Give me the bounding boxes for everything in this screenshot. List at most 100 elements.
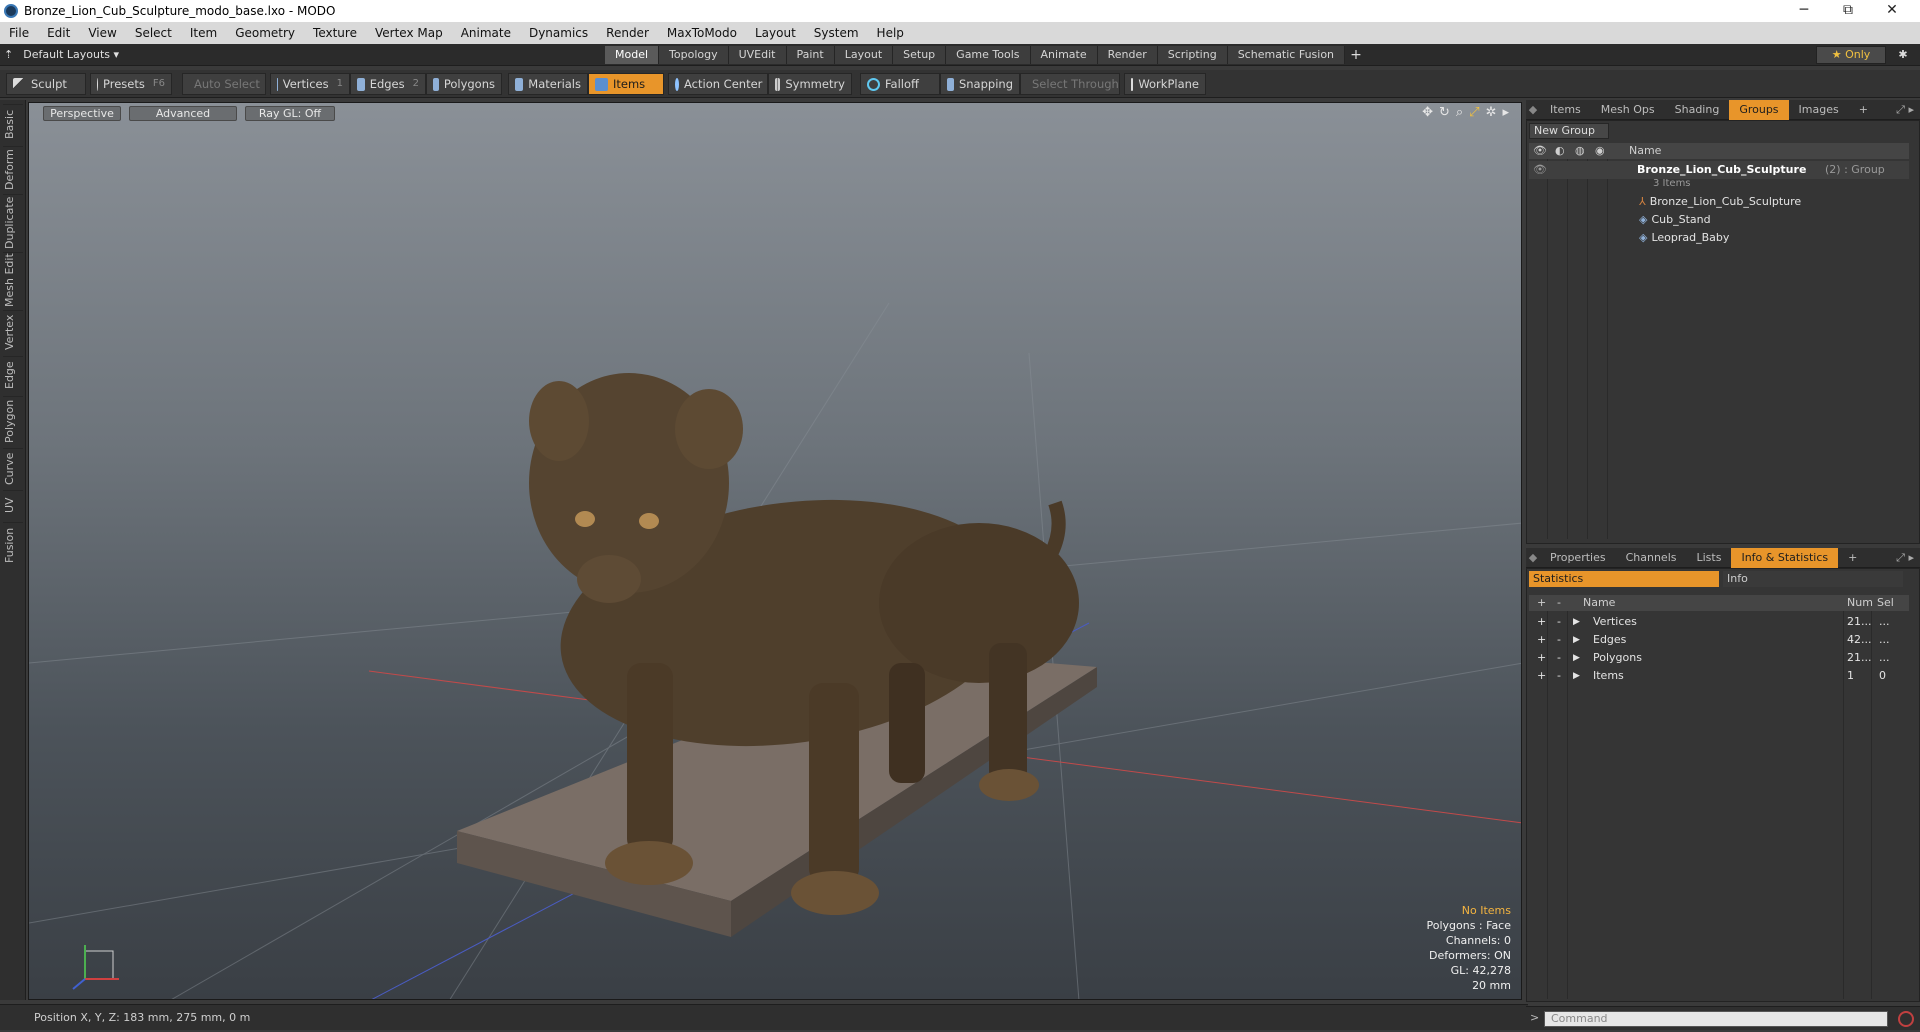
- materials-button[interactable]: Materials: [508, 73, 588, 95]
- tab-groups[interactable]: Groups: [1729, 99, 1789, 120]
- add-panel-tab-button[interactable]: +: [1849, 100, 1878, 120]
- falloff-button[interactable]: Falloff: [860, 73, 940, 95]
- add-icon[interactable]: +: [1537, 667, 1546, 685]
- symmetry-button[interactable]: Symmetry: [768, 73, 852, 95]
- side-tab-polygon[interactable]: Polygon: [3, 396, 23, 446]
- remove-icon[interactable]: -: [1557, 667, 1561, 685]
- group-child-row[interactable]: ⅄ Bronze_Lion_Cub_Sculpture: [1639, 193, 1801, 211]
- group-child-row[interactable]: ◈ Leoprad_Baby: [1639, 229, 1729, 247]
- add-panel-tab-button[interactable]: +: [1838, 548, 1867, 568]
- stats-row-polygons[interactable]: + - ▶ Polygons 21... ...: [1529, 649, 1909, 667]
- menu-select[interactable]: Select: [126, 22, 181, 44]
- only-button[interactable]: ★ Only: [1816, 46, 1886, 64]
- tab-items[interactable]: Items: [1540, 100, 1591, 120]
- snapping-button[interactable]: Snapping: [940, 73, 1020, 95]
- advanced-button[interactable]: Advanced: [129, 106, 237, 121]
- side-tab-mesh-edit[interactable]: Mesh Edit: [3, 252, 23, 308]
- tab-model[interactable]: Model: [605, 46, 660, 64]
- add-tab-button[interactable]: +: [1345, 46, 1367, 64]
- group-row[interactable]: 👁 Bronze_Lion_Cub_Sculpture (2) : Group: [1529, 161, 1909, 179]
- move-view-icon[interactable]: ✥: [1422, 105, 1433, 120]
- lion-cub-sculpture[interactable]: [457, 373, 1097, 937]
- fit-view-icon[interactable]: ⤢: [1469, 105, 1479, 120]
- menu-layout[interactable]: Layout: [746, 22, 805, 44]
- menu-help[interactable]: Help: [868, 22, 913, 44]
- side-tab-curve[interactable]: Curve: [3, 448, 23, 488]
- expand-panel-icon[interactable]: ⤢ ▸: [1896, 551, 1914, 565]
- 3d-viewport[interactable]: Perspective Advanced Ray GL: Off ✥ ↻ ⌕ ⤢…: [28, 102, 1522, 1000]
- default-layouts-dropdown[interactable]: ⇡ Default Layouts ▾: [4, 44, 119, 66]
- tab-animate[interactable]: Animate: [1030, 46, 1098, 64]
- add-icon[interactable]: +: [1537, 649, 1546, 667]
- menu-edit[interactable]: Edit: [38, 22, 79, 44]
- tab-render[interactable]: Render: [1097, 46, 1158, 64]
- side-tab-edge[interactable]: Edge: [3, 356, 23, 394]
- tab-schematic-fusion[interactable]: Schematic Fusion: [1227, 46, 1346, 64]
- statistics-subtab[interactable]: Statistics: [1529, 571, 1719, 587]
- stats-row-vertices[interactable]: + - ▶ Vertices 21... ...: [1529, 613, 1909, 631]
- new-group-button[interactable]: New Group: [1529, 123, 1609, 139]
- sculpt-button[interactable]: Sculpt: [6, 73, 86, 95]
- tab-game-tools[interactable]: Game Tools: [946, 46, 1031, 64]
- minimize-button[interactable]: ─: [1782, 0, 1826, 22]
- menu-vertex-map[interactable]: Vertex Map: [366, 22, 452, 44]
- menu-view[interactable]: View: [79, 22, 125, 44]
- raygl-button[interactable]: Ray GL: Off: [245, 106, 335, 121]
- tab-setup[interactable]: Setup: [893, 46, 947, 64]
- menu-maxtomodo[interactable]: MaxToModo: [658, 22, 746, 44]
- menu-geometry[interactable]: Geometry: [226, 22, 304, 44]
- viewport-settings-icon[interactable]: ✲: [1486, 105, 1497, 120]
- rotate-view-icon[interactable]: ↻: [1439, 105, 1450, 120]
- tab-mesh-ops[interactable]: Mesh Ops: [1591, 100, 1665, 120]
- tab-layout[interactable]: Layout: [834, 46, 894, 64]
- vertices-button[interactable]: Vertices 1: [270, 73, 350, 95]
- menu-system[interactable]: System: [805, 22, 868, 44]
- select-through-button[interactable]: Select Through: [1020, 73, 1120, 95]
- menu-animate[interactable]: Animate: [452, 22, 520, 44]
- visibility-eye-icon[interactable]: 👁: [1533, 161, 1547, 179]
- command-input[interactable]: Command: [1544, 1011, 1888, 1027]
- stats-row-edges[interactable]: + - ▶ Edges 42... ...: [1529, 631, 1909, 649]
- menu-render[interactable]: Render: [597, 22, 658, 44]
- expand-arrow-icon[interactable]: ▶: [1573, 613, 1580, 631]
- presets-button[interactable]: Presets F6: [90, 73, 172, 95]
- menu-file[interactable]: File: [0, 22, 38, 44]
- side-tab-basic[interactable]: Basic: [3, 104, 23, 144]
- close-button[interactable]: ✕: [1870, 0, 1914, 22]
- side-tab-deform[interactable]: Deform: [3, 146, 23, 192]
- tab-topology[interactable]: Topology: [659, 46, 729, 64]
- polygons-button[interactable]: Polygons: [426, 73, 502, 95]
- side-tab-duplicate[interactable]: Duplicate: [3, 194, 23, 250]
- add-icon[interactable]: +: [1537, 613, 1546, 631]
- zoom-view-icon[interactable]: ⌕: [1456, 105, 1463, 120]
- auto-select-button[interactable]: Auto Select: [182, 73, 266, 95]
- tab-scripting[interactable]: Scripting: [1157, 46, 1228, 64]
- menu-dynamics[interactable]: Dynamics: [520, 22, 597, 44]
- expand-arrow-icon[interactable]: ▸: [1502, 105, 1509, 120]
- menu-item[interactable]: Item: [181, 22, 226, 44]
- menu-texture[interactable]: Texture: [304, 22, 366, 44]
- group-child-row[interactable]: ◈ Cub_Stand: [1639, 211, 1711, 229]
- record-icon[interactable]: [1898, 1011, 1914, 1027]
- tab-images[interactable]: Images: [1789, 100, 1849, 120]
- edges-button[interactable]: Edges 2: [350, 73, 426, 95]
- tab-lists[interactable]: Lists: [1687, 548, 1732, 568]
- side-tab-uv[interactable]: UV: [3, 490, 23, 520]
- expand-arrow-icon[interactable]: ▶: [1573, 649, 1580, 667]
- tab-info-statistics[interactable]: Info & Statistics: [1731, 547, 1839, 568]
- remove-icon[interactable]: -: [1557, 613, 1561, 631]
- tab-properties[interactable]: Properties: [1540, 548, 1616, 568]
- action-center-button[interactable]: Action Center: [668, 73, 768, 95]
- expand-arrow-icon[interactable]: ▶: [1573, 631, 1580, 649]
- side-tab-fusion[interactable]: Fusion: [3, 522, 23, 568]
- add-icon[interactable]: +: [1537, 631, 1546, 649]
- gear-icon[interactable]: ✱: [1894, 46, 1912, 64]
- items-button[interactable]: Items: [588, 73, 664, 95]
- stats-row-items[interactable]: + - ▶ Items 1 0: [1529, 667, 1909, 685]
- perspective-button[interactable]: Perspective: [43, 106, 121, 121]
- side-tab-vertex[interactable]: Vertex: [3, 310, 23, 354]
- expand-panel-icon[interactable]: ⤢ ▸: [1896, 103, 1914, 117]
- remove-icon[interactable]: -: [1557, 649, 1561, 667]
- tab-uvedit[interactable]: UVEdit: [728, 46, 787, 64]
- tab-channels[interactable]: Channels: [1616, 548, 1687, 568]
